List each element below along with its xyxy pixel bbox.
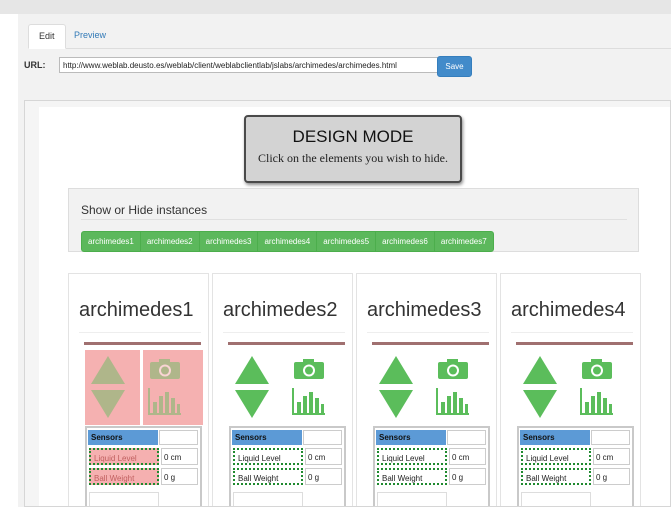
sensors-panel: Sensors Liquid Level 0 cm Ball Weight 0 … xyxy=(517,426,634,506)
liquid-level-value: 0 cm xyxy=(449,448,486,465)
instance-button-archimedes5[interactable]: archimedes5 xyxy=(317,232,377,251)
bar-chart-icon[interactable] xyxy=(291,386,327,416)
url-input[interactable]: http://www.weblab.deusto.es/weblab/clien… xyxy=(59,57,459,73)
arrow-up-icon[interactable] xyxy=(235,356,269,384)
liquid-level-label[interactable]: Liquid Level xyxy=(377,448,447,465)
design-mode-subtitle: Click on the elements you wish to hide. xyxy=(258,151,448,165)
bar-chart-icon[interactable] xyxy=(435,386,471,416)
url-label: URL: xyxy=(24,60,46,70)
ball-weight-label[interactable]: Ball Weight xyxy=(377,468,447,485)
instance-button-group: archimedes1 archimedes2 archimedes3 arch… xyxy=(81,231,494,252)
sensors-panel: Sensors Liquid Level 0 cm Ball Weight 0 … xyxy=(373,426,490,506)
sensors-header-cell xyxy=(591,430,630,445)
instance-button-archimedes4[interactable]: archimedes4 xyxy=(258,232,318,251)
instance-button-archimedes6[interactable]: archimedes6 xyxy=(376,232,435,251)
ball-weight-value: 0 g xyxy=(449,468,486,485)
preview-page: DESIGN MODE Click on the elements you wi… xyxy=(39,107,670,506)
camera-icon[interactable] xyxy=(437,358,469,380)
tab-bar: Edit Preview xyxy=(28,24,671,49)
bar-chart-icon[interactable] xyxy=(147,386,183,416)
divider xyxy=(79,332,201,333)
show-hide-title: Show or Hide instances xyxy=(81,203,208,217)
preview-frame: DESIGN MODE Click on the elements you wi… xyxy=(24,100,671,507)
tab-edit[interactable]: Edit xyxy=(28,24,66,49)
top-bar xyxy=(0,0,671,14)
instance-card-archimedes3: archimedes3 Sensors Liquid Level 0 cm Ba… xyxy=(356,273,497,506)
arrow-down-icon[interactable] xyxy=(523,390,557,418)
card-rule xyxy=(84,342,201,345)
sensors-footer-cell xyxy=(521,492,591,506)
divider xyxy=(81,219,627,220)
arrow-down-icon[interactable] xyxy=(379,390,413,418)
ball-weight-label[interactable]: Ball Weight xyxy=(233,468,303,485)
card-title: archimedes4 xyxy=(511,299,626,321)
sensors-header-cell xyxy=(303,430,342,445)
bar-chart-icon[interactable] xyxy=(579,386,615,416)
arrow-down-icon[interactable] xyxy=(91,390,125,418)
arrow-down-icon[interactable] xyxy=(235,390,269,418)
camera-icon[interactable] xyxy=(581,358,613,380)
instance-button-archimedes7[interactable]: archimedes7 xyxy=(435,232,493,251)
instance-card-archimedes1: archimedes1 Sensors Liquid Level 0 cm Ba… xyxy=(68,273,209,506)
instance-card-archimedes2: archimedes2 Sensors Liquid Level 0 cm Ba… xyxy=(212,273,353,506)
sensors-panel: Sensors Liquid Level 0 cm Ball Weight 0 … xyxy=(229,426,346,506)
instance-button-archimedes1[interactable]: archimedes1 xyxy=(82,232,141,251)
show-hide-panel: Show or Hide instances archimedes1 archi… xyxy=(68,188,639,252)
ball-weight-label[interactable]: Ball Weight xyxy=(89,468,159,485)
design-mode-title: DESIGN MODE xyxy=(292,127,414,146)
arrow-up-icon[interactable] xyxy=(523,356,557,384)
liquid-level-label[interactable]: Liquid Level xyxy=(89,448,159,465)
instance-cards: archimedes1 Sensors Liquid Level 0 cm Ba… xyxy=(68,273,670,506)
divider xyxy=(511,332,633,333)
tab-preview[interactable]: Preview xyxy=(64,24,116,48)
sensors-header: Sensors xyxy=(232,430,302,445)
camera-icon[interactable] xyxy=(293,358,325,380)
sensors-header: Sensors xyxy=(376,430,446,445)
ball-weight-value: 0 g xyxy=(593,468,630,485)
ball-weight-value: 0 g xyxy=(305,468,342,485)
sensors-footer-cell xyxy=(233,492,303,506)
instance-card-archimedes4: archimedes4 Sensors Liquid Level 0 cm Ba… xyxy=(500,273,641,506)
card-rule xyxy=(372,342,489,345)
ball-weight-value: 0 g xyxy=(161,468,198,485)
sensors-header-cell xyxy=(447,430,486,445)
instance-button-archimedes2[interactable]: archimedes2 xyxy=(141,232,200,251)
camera-icon[interactable] xyxy=(149,358,181,380)
liquid-level-value: 0 cm xyxy=(593,448,630,465)
card-title: archimedes2 xyxy=(223,299,338,321)
save-button[interactable]: Save xyxy=(437,56,472,77)
sensors-panel: Sensors Liquid Level 0 cm Ball Weight 0 … xyxy=(85,426,202,506)
liquid-level-label[interactable]: Liquid Level xyxy=(233,448,303,465)
sensors-header: Sensors xyxy=(88,430,158,445)
design-mode-banner: DESIGN MODE Click on the elements you wi… xyxy=(244,115,462,183)
ball-weight-label[interactable]: Ball Weight xyxy=(521,468,591,485)
divider xyxy=(223,332,345,333)
liquid-level-label[interactable]: Liquid Level xyxy=(521,448,591,465)
sensors-footer-cell xyxy=(89,492,159,506)
liquid-level-value: 0 cm xyxy=(305,448,342,465)
instance-button-archimedes3[interactable]: archimedes3 xyxy=(200,232,259,251)
card-rule xyxy=(228,342,345,345)
arrow-up-icon[interactable] xyxy=(379,356,413,384)
arrow-up-icon[interactable] xyxy=(91,356,125,384)
sensors-footer-cell xyxy=(377,492,447,506)
sensors-header-cell xyxy=(159,430,198,445)
divider xyxy=(367,332,489,333)
card-title: archimedes1 xyxy=(79,299,194,321)
card-title: archimedes3 xyxy=(367,299,482,321)
sensors-header: Sensors xyxy=(520,430,590,445)
card-rule xyxy=(516,342,633,345)
liquid-level-value: 0 cm xyxy=(161,448,198,465)
